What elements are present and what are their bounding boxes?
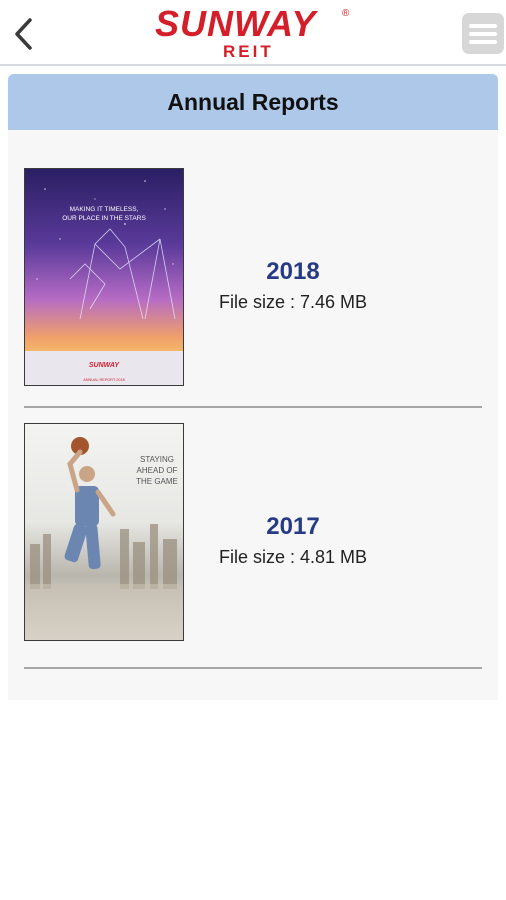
report-year[interactable]: 2017 — [203, 512, 383, 542]
chevron-left-icon — [15, 18, 32, 50]
svg-text:ANNUAL REPORT 2018: ANNUAL REPORT 2018 — [83, 378, 125, 382]
report-year[interactable]: 2018 — [203, 257, 383, 287]
cover-image-2018: MAKING IT TIMELESS, OUR PLACE IN THE STA… — [25, 169, 183, 385]
divider — [24, 406, 482, 408]
svg-text:STAYING: STAYING — [140, 455, 174, 464]
logo-main-text: SUNWAY — [155, 3, 317, 44]
divider — [24, 667, 482, 669]
svg-text:OUR PLACE IN THE STARS: OUR PLACE IN THE STARS — [62, 215, 146, 222]
report-cover-2018[interactable]: MAKING IT TIMELESS, OUR PLACE IN THE STA… — [24, 168, 184, 386]
svg-text:SUNWAY: SUNWAY — [89, 362, 121, 369]
report-info-2018: 2018 File size : 7.46 MB — [203, 257, 383, 313]
top-bar: SUNWAY ® REIT — [0, 0, 506, 66]
sunway-reit-logo: SUNWAY ® REIT — [155, 5, 355, 63]
back-button[interactable] — [6, 14, 40, 54]
menu-button[interactable] — [462, 13, 504, 54]
report-file-size: File size : 4.81 MB — [218, 547, 368, 567]
report-cover-2017[interactable]: STAYING AHEAD OF THE GAME — [24, 423, 184, 641]
logo-registered-mark: ® — [342, 8, 350, 19]
page-title: Annual Reports — [8, 74, 498, 130]
svg-text:THE GAME: THE GAME — [136, 477, 178, 486]
svg-text:MAKING IT TIMELESS,: MAKING IT TIMELESS, — [70, 206, 139, 213]
logo-sub-text: REIT — [223, 42, 274, 61]
report-info-2017: 2017 File size : 4.81 MB — [203, 512, 383, 568]
report-file-size: File size : 7.46 MB — [218, 292, 368, 312]
svg-text:AHEAD OF: AHEAD OF — [137, 466, 178, 475]
annual-reports-panel: Annual Reports MAKING IT TIMELESS, OUR P… — [8, 74, 498, 700]
cover-image-2017: STAYING AHEAD OF THE GAME — [25, 424, 183, 640]
